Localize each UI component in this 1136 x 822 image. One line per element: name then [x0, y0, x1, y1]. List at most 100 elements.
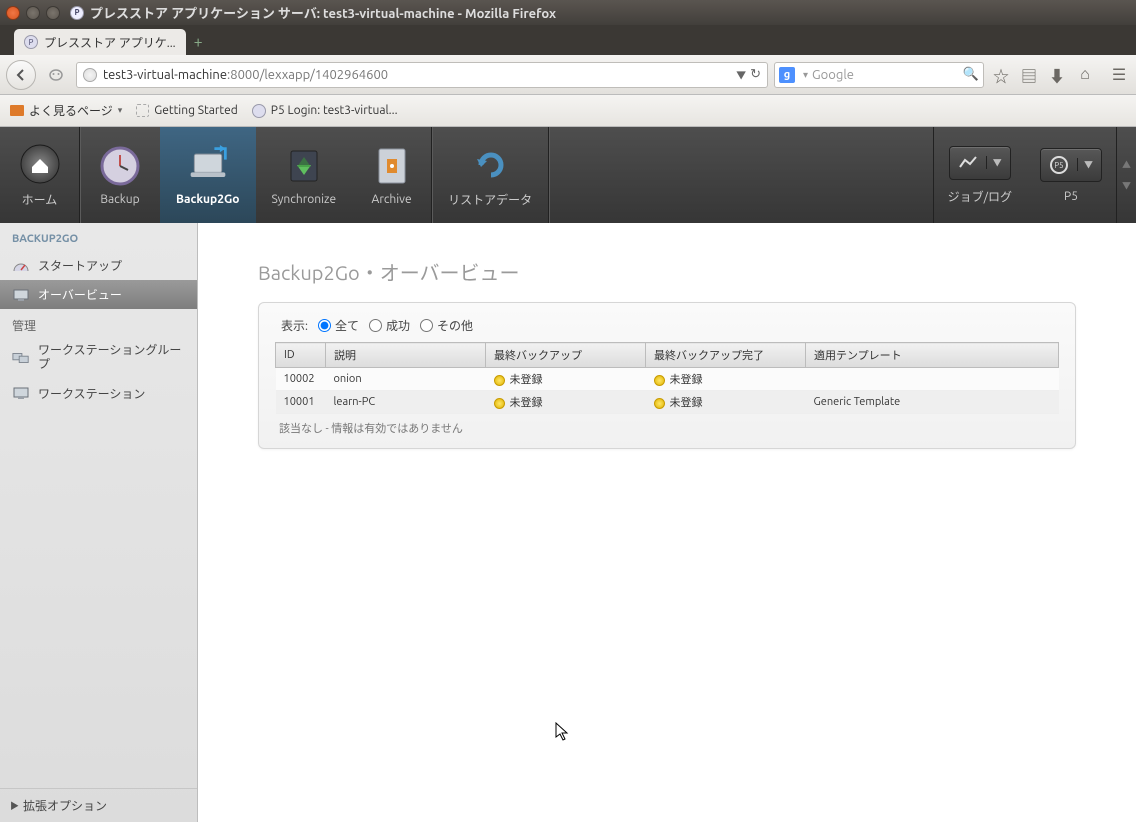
sidebar-item-overview[interactable]: オーバービュー [0, 280, 197, 309]
svg-text:P5: P5 [1054, 161, 1063, 170]
search-bar[interactable]: g ▾ Google 🔍 [774, 62, 984, 88]
window-titlebar: P プレスストア アプリケーション サーバ: test3-virtual-mac… [0, 0, 1136, 25]
nav-backup2go[interactable]: Backup2Go [160, 127, 256, 223]
filter-option-label: その他 [437, 317, 473, 334]
nav-label: Archive [372, 193, 412, 206]
app-toolbar: ホーム Backup Backup2Go Synchronize Archive [0, 127, 1136, 223]
col-last-backup[interactable]: 最終バックアップ [486, 343, 646, 368]
window-minimize-button[interactable] [26, 6, 40, 20]
jobs-log-button[interactable]: ▼ ジョブ/ログ [933, 127, 1026, 223]
google-logo-icon: g [779, 67, 795, 83]
radio-all[interactable] [318, 319, 331, 332]
sidebar-expand-options[interactable]: ▶ 拡張オプション [0, 788, 197, 822]
table-row[interactable]: 10002onion未登録未登録 [276, 368, 1059, 391]
home-icon[interactable]: ⌂ [1074, 65, 1096, 84]
url-bar[interactable]: test3-virtual-machine:8000/lexxapp/14029… [76, 62, 768, 88]
search-engine-dropdown-icon[interactable]: ▾ [803, 69, 808, 81]
filter-ok[interactable]: 成功 [369, 317, 410, 334]
radio-ok[interactable] [369, 319, 382, 332]
mask-icon [48, 67, 64, 83]
browser-tab[interactable]: P プレスストア アプリケ... [14, 29, 186, 55]
tab-title: プレスストア アプリケ... [44, 34, 176, 51]
sidebar-label: オーバービュー [38, 286, 122, 303]
filter-all[interactable]: 全て [318, 317, 359, 334]
chevron-up-icon: ▲ [1122, 158, 1131, 171]
dropdown-icon: ▾ [118, 105, 123, 116]
cell-id: 10001 [276, 391, 326, 414]
nav-archive[interactable]: Archive [352, 127, 432, 223]
window-close-button[interactable] [6, 6, 20, 20]
nav-synchronize[interactable]: Synchronize [256, 127, 353, 223]
sidebar: BACKUP2GO スタートアップ オーバービュー 管理 ワークステーショングル… [0, 223, 198, 822]
sync-icon [283, 145, 325, 187]
dropdown-caret-icon[interactable]: ▼ [986, 156, 1002, 169]
gauge-icon [12, 259, 30, 273]
filter-row: 表示: 全て 成功 その他 [275, 317, 1059, 334]
app-favicon-icon: P [70, 6, 84, 20]
monitor-icon [12, 386, 30, 400]
sidebar-label: スタートアップ [38, 257, 122, 274]
nav-label: Backup2Go [176, 193, 240, 206]
nav-label: Synchronize [272, 193, 337, 206]
status-dot-icon [654, 398, 665, 409]
toolbar-resize-handle[interactable]: ▲ ▼ [1116, 127, 1136, 223]
reload-button[interactable]: ↻ [750, 67, 761, 82]
status-dot-icon [494, 398, 505, 409]
home-circle-icon [19, 143, 61, 185]
identity-button[interactable] [42, 61, 70, 89]
p5-menu-button[interactable]: P5 ▼ P5 [1026, 127, 1116, 223]
window-title: プレスストア アプリケーション サーバ: test3-virtual-machi… [90, 3, 556, 22]
table-row[interactable]: 10001learn-PC未登録未登録Generic Template [276, 391, 1059, 414]
col-template[interactable]: 適用テンプレート [806, 343, 1059, 368]
workstation-table: ID 説明 最終バックアップ 最終バックアップ完了 適用テンプレート 10002… [275, 342, 1059, 414]
status-dot-icon [654, 375, 665, 386]
new-tab-button[interactable]: + [194, 33, 203, 51]
bookmark-label: P5 Login: test3-virtual... [271, 104, 398, 117]
nav-label: ジョブ/ログ [948, 188, 1012, 205]
cell-template: Generic Template [806, 391, 1059, 414]
col-id[interactable]: ID [276, 343, 326, 368]
globe-icon [83, 68, 97, 82]
bookmark-frequent[interactable]: よく見るページ ▾ [10, 102, 122, 119]
overview-panel: 表示: 全て 成功 その他 ID 説明 最終バックアップ 最終バックアップ完了 … [258, 302, 1076, 449]
p5-favicon-icon [252, 104, 266, 118]
bookmark-p5-login[interactable]: P5 Login: test3-virtual... [252, 104, 398, 118]
url-rest: :8000/lexxapp/1402964600 [227, 68, 388, 82]
page-icon [136, 104, 149, 117]
menu-button[interactable]: ☰ [1108, 65, 1130, 84]
nav-restore[interactable]: リストアデータ [432, 127, 549, 223]
url-dropdown-icon[interactable]: ▼ [736, 67, 746, 82]
back-button[interactable] [6, 60, 36, 90]
sidebar-section-header: BACKUP2GO [0, 223, 197, 251]
search-submit-icon[interactable]: 🔍 [963, 67, 979, 82]
cell-last: 未登録 [486, 368, 646, 391]
laptop-upload-icon [187, 145, 229, 187]
nav-label: リストアデータ [448, 191, 532, 208]
nav-home[interactable]: ホーム [0, 127, 80, 223]
nav-backup[interactable]: Backup [80, 127, 160, 223]
col-last-done[interactable]: 最終バックアップ完了 [646, 343, 806, 368]
nav-label: ホーム [22, 191, 58, 208]
dropdown-caret-icon[interactable]: ▼ [1077, 158, 1093, 171]
filter-other[interactable]: その他 [420, 317, 473, 334]
p5-circle-icon: P5 [1049, 155, 1069, 175]
cell-desc: learn-PC [326, 391, 486, 414]
downloads-icon[interactable]: ⬇ [1046, 63, 1068, 87]
nav-label: Backup [100, 193, 139, 206]
bookmark-star-icon[interactable]: ☆ [990, 63, 1012, 87]
radio-other[interactable] [420, 319, 433, 332]
bookmark-getting-started[interactable]: Getting Started [136, 104, 237, 117]
col-desc[interactable]: 説明 [326, 343, 486, 368]
cell-done: 未登録 [646, 368, 806, 391]
reading-list-icon[interactable]: ▤ [1018, 63, 1040, 87]
window-maximize-button[interactable] [46, 6, 60, 20]
content-area: Backup2Go・オーバービュー 表示: 全て 成功 その他 ID 説明 最終… [198, 223, 1136, 822]
url-host: test3-virtual-machine [103, 68, 227, 82]
search-placeholder: Google [812, 68, 854, 82]
sidebar-item-workstation-group[interactable]: ワークステーショングループ [0, 338, 197, 379]
tab-favicon-icon: P [24, 35, 38, 49]
cell-done: 未登録 [646, 391, 806, 414]
restore-icon [469, 143, 511, 185]
sidebar-item-workstation[interactable]: ワークステーション [0, 379, 197, 408]
sidebar-item-startup[interactable]: スタートアップ [0, 251, 197, 280]
